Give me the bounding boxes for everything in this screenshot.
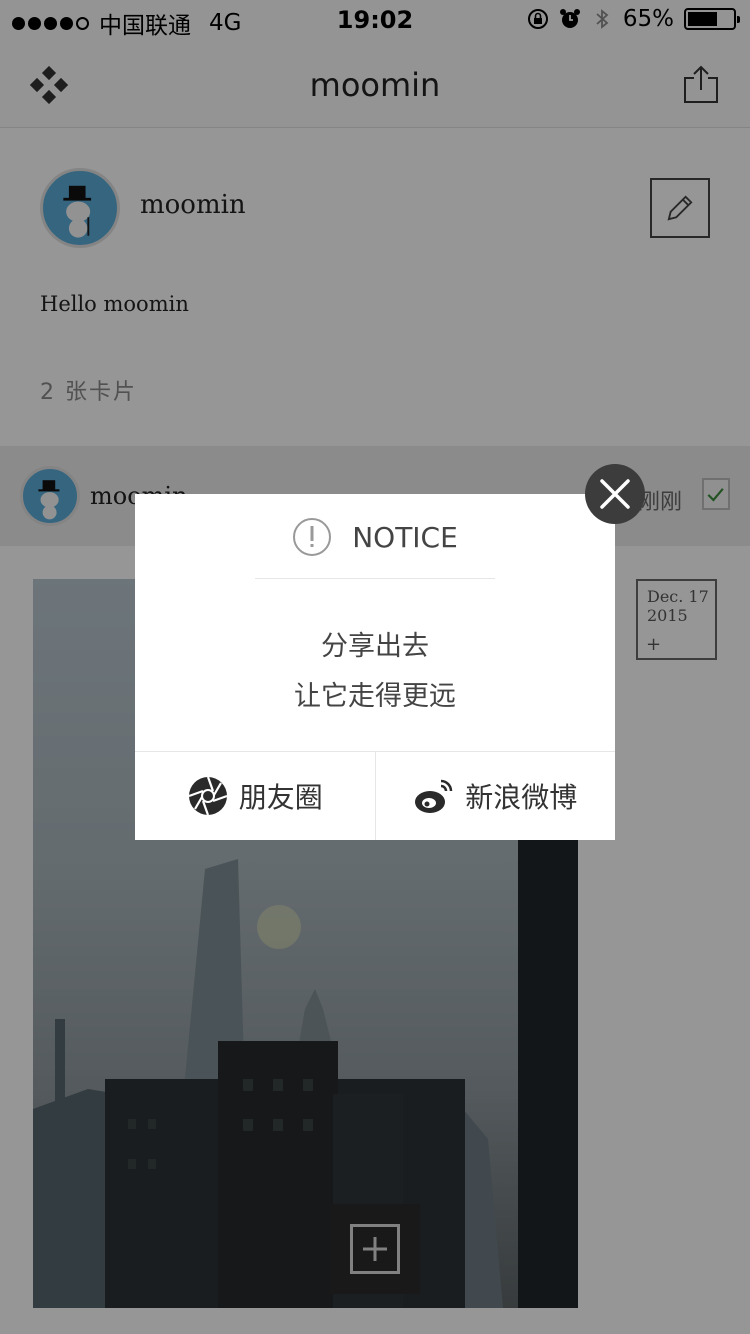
share-dialog: NOTICE 分享出去 让它走得更远 朋友圈 新浪微博 <box>135 494 615 840</box>
close-button[interactable] <box>585 464 645 524</box>
dialog-title: NOTICE <box>352 520 458 554</box>
share-wechat-moments-button[interactable]: 朋友圈 <box>135 752 375 840</box>
dialog-message-line1: 分享出去 <box>321 631 429 662</box>
dialog-message-line2: 让它走得更远 <box>294 681 456 712</box>
wechat-moments-icon <box>188 776 228 816</box>
share-weibo-label: 新浪微博 <box>465 781 578 814</box>
dialog-footer: 朋友圈 新浪微博 <box>135 751 615 840</box>
share-wechat-label: 朋友圈 <box>238 781 323 814</box>
share-weibo-button[interactable]: 新浪微博 <box>374 752 616 840</box>
close-icon <box>600 479 630 509</box>
exclamation-icon <box>293 518 332 556</box>
dialog-header: NOTICE <box>135 514 615 560</box>
divider <box>255 578 495 579</box>
weibo-icon <box>415 779 453 813</box>
